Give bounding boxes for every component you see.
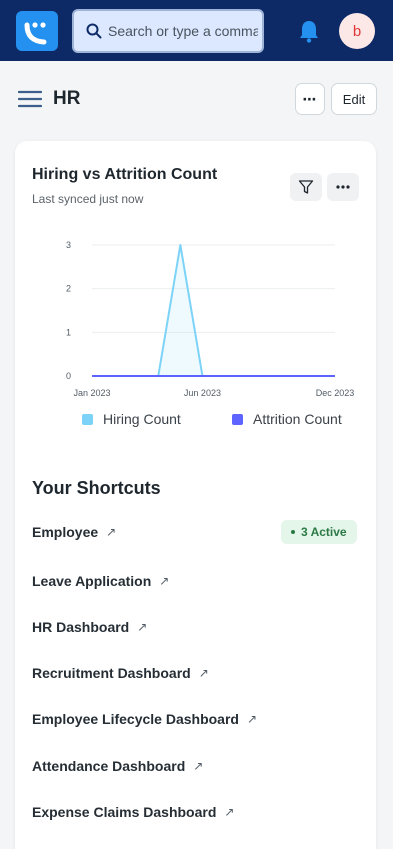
series-line-hiring [92, 244, 335, 377]
search-bar[interactable] [72, 9, 264, 53]
workspace-card: Hiring vs Attrition Count Last synced ju… [15, 141, 376, 849]
legend-swatch-attrition [232, 413, 243, 425]
page-more-button[interactable]: ⋯ [295, 83, 325, 115]
logo-icon [24, 22, 47, 45]
legend-item-hiring[interactable]: Hiring Count [82, 411, 181, 427]
y-tick-label: 0 [66, 371, 71, 381]
chart-more-button[interactable] [327, 173, 359, 201]
shortcut-label: Attendance Dashboard [32, 758, 186, 774]
legend-label-attrition: Attrition Count [253, 411, 342, 427]
external-arrow-icon: ↗ [198, 666, 209, 680]
external-arrow-icon: ↗ [137, 620, 148, 634]
shortcut-employee-lifecycle-dashboard[interactable]: Employee Lifecycle Dashboard ↗ [32, 711, 257, 727]
filter-icon [298, 180, 314, 194]
shortcut-label: Recruitment Dashboard [32, 665, 191, 681]
page-title: HR [53, 88, 81, 109]
edit-button[interactable]: Edit [331, 83, 377, 115]
app-logo[interactable] [16, 11, 58, 51]
shortcut-employee[interactable]: Employee ↗ [32, 524, 116, 540]
shortcut-label: Leave Application [32, 573, 152, 589]
search-icon [86, 23, 102, 39]
chart-title: Hiring vs Attrition Count [32, 166, 218, 183]
external-arrow-icon: ↗ [193, 759, 204, 773]
shortcut-expense-claims-dashboard[interactable]: Expense Claims Dashboard ↗ [32, 804, 234, 820]
shortcut-label: Expense Claims Dashboard [32, 804, 217, 820]
employee-active-badge: 3 Active [281, 520, 357, 544]
y-tick-label: 2 [66, 284, 71, 294]
badge-label: 3 Active [301, 525, 347, 539]
shortcut-recruitment-dashboard[interactable]: Recruitment Dashboard ↗ [32, 665, 209, 681]
status-dot [291, 530, 295, 534]
shortcut-label: HR Dashboard [32, 619, 130, 635]
user-avatar[interactable]: b [339, 13, 375, 49]
hamburger-menu-icon[interactable] [18, 89, 42, 109]
notification-bell-icon[interactable] [298, 19, 320, 43]
legend-swatch-hiring [82, 413, 93, 425]
shortcut-label: Employee Lifecycle Dashboard [32, 711, 239, 727]
top-navbar: b [0, 0, 393, 61]
legend-item-attrition[interactable]: Attrition Count [232, 411, 342, 427]
chart-filter-button[interactable] [290, 173, 322, 201]
shortcut-label: Employee [32, 524, 99, 540]
search-input[interactable] [108, 23, 258, 39]
legend-label-hiring: Hiring Count [103, 411, 181, 427]
chart-sync-status: Last synced just now [32, 192, 144, 206]
more-icon [336, 185, 350, 189]
shortcut-attendance-dashboard[interactable]: Attendance Dashboard ↗ [32, 758, 203, 774]
external-arrow-icon: ↗ [224, 805, 235, 819]
y-tick-label: 1 [66, 327, 71, 337]
series-area-hiring [92, 245, 335, 376]
y-tick-label: 3 [66, 240, 71, 250]
shortcut-leave-application[interactable]: Leave Application ↗ [32, 573, 169, 589]
page-header: HR ⋯ Edit [0, 61, 393, 137]
shortcuts-heading: Your Shortcuts [32, 478, 161, 498]
external-arrow-icon: ↗ [246, 712, 258, 726]
external-arrow-icon: ↗ [159, 574, 170, 588]
x-tick-label: Jan 2023 [73, 388, 110, 398]
x-tick-label: Jun 2023 [184, 388, 221, 398]
shortcut-hr-dashboard[interactable]: HR Dashboard ↗ [32, 619, 147, 635]
external-arrow-icon: ↗ [106, 525, 117, 539]
x-tick-label: Dec 2023 [316, 388, 355, 398]
hiring-attrition-chart: 0 1 2 3 Jan 2023 Jun 2023 Dec 2023 [66, 240, 355, 398]
